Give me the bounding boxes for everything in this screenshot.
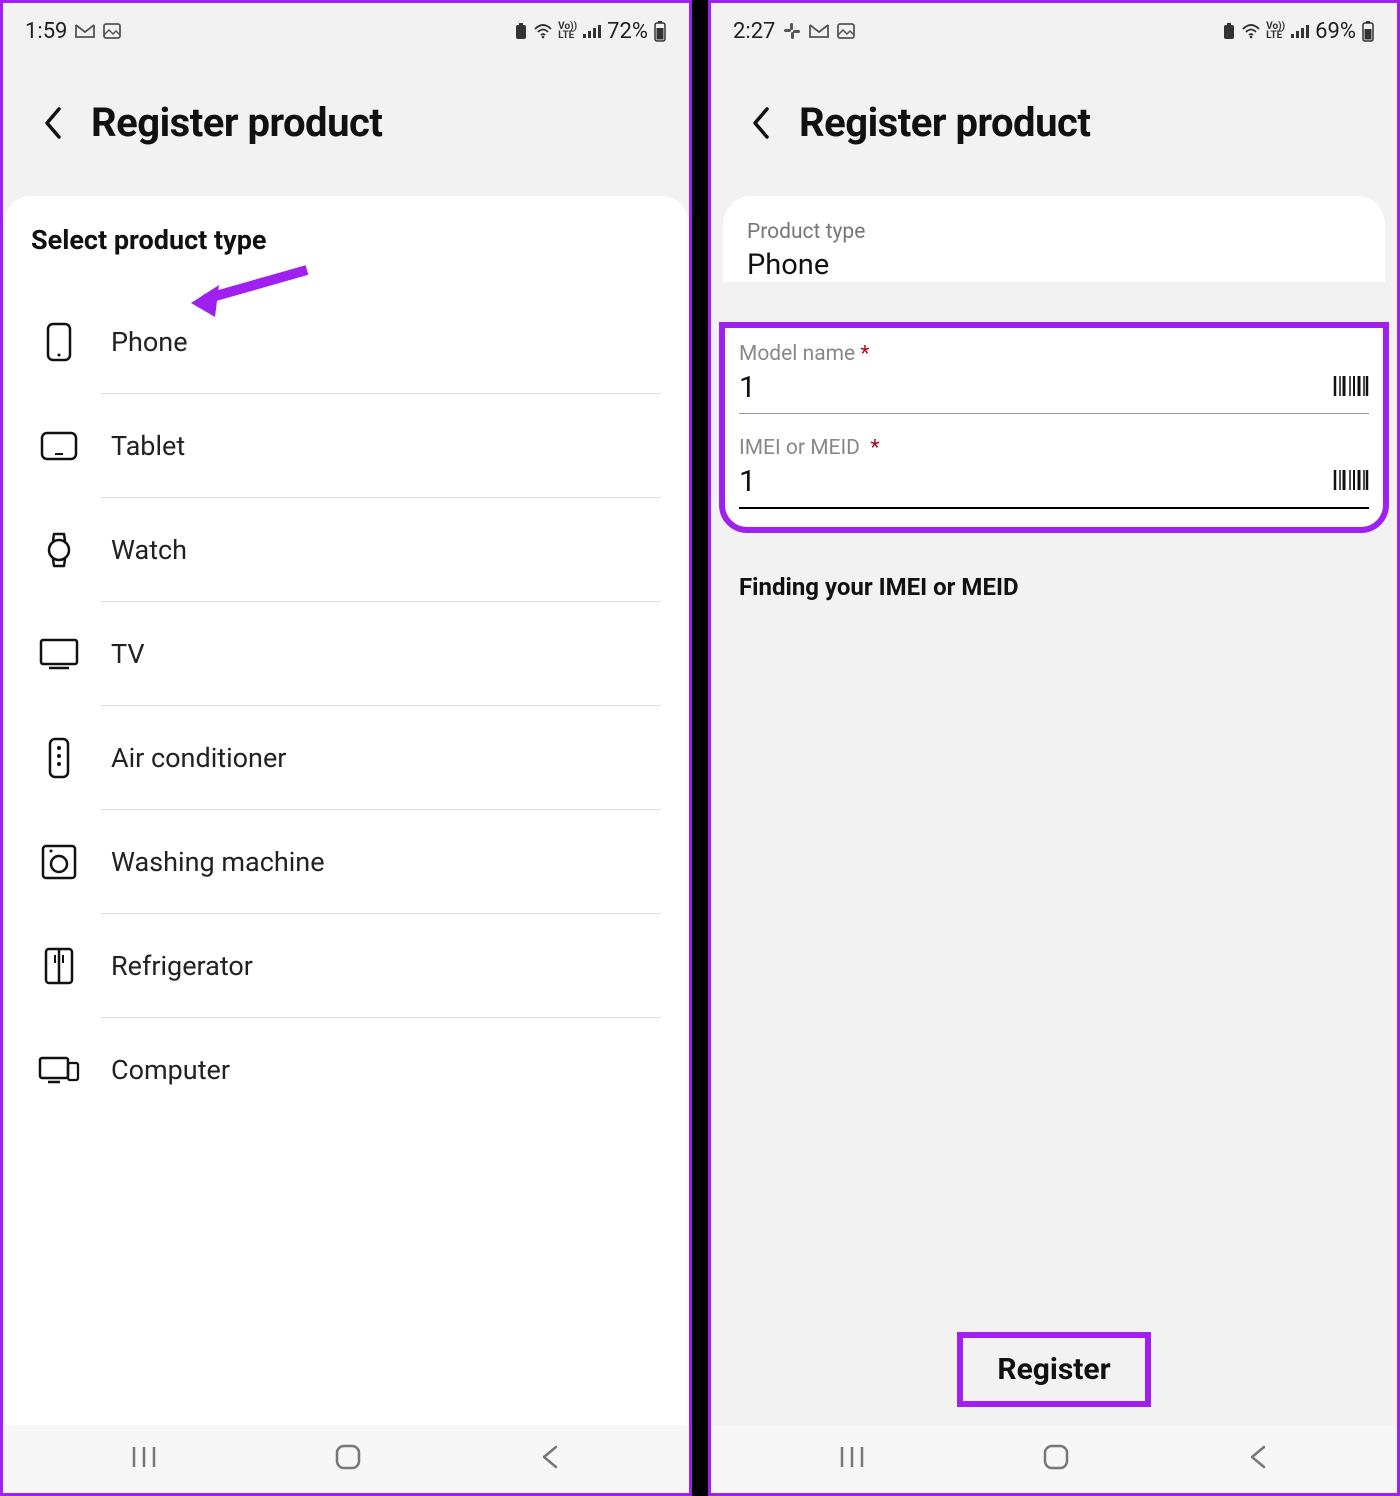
list-item-tablet[interactable]: Tablet: [31, 394, 661, 497]
phone-icon: [37, 322, 81, 362]
page-title: Register product: [91, 99, 382, 146]
screenshot-right: 2:27 Vo))LTE 69% Register product Produc…: [708, 0, 1400, 1496]
imei-field[interactable]: IMEI or MEID * 1: [739, 436, 1369, 509]
signal-icon: [582, 23, 602, 39]
wifi-icon: [1241, 23, 1261, 39]
list-item-phone[interactable]: Phone: [31, 290, 661, 393]
list-label: Tablet: [111, 430, 185, 462]
android-nav-bar: [711, 1425, 1397, 1493]
list-item-refrigerator[interactable]: Refrigerator: [31, 914, 661, 1017]
annotation-highlight-fields: Model name * 1 IMEI or MEID * 1: [719, 322, 1389, 533]
ac-remote-icon: [37, 737, 81, 779]
gmail-icon: [75, 23, 95, 39]
gmail-icon: [809, 23, 829, 39]
nav-home-icon[interactable]: [1041, 1442, 1071, 1476]
washing-machine-icon: [37, 844, 81, 880]
list-label: Refrigerator: [111, 950, 253, 982]
gallery-icon: [837, 23, 855, 39]
annotation-highlight-register: Register: [711, 1332, 1397, 1407]
nav-back-icon[interactable]: [538, 1443, 562, 1475]
list-label: Air conditioner: [111, 742, 286, 774]
list-label: Computer: [111, 1054, 230, 1086]
product-type-value: Phone: [747, 248, 1365, 282]
list-item-washing-machine[interactable]: Washing machine: [31, 810, 661, 913]
page-title: Register product: [799, 99, 1090, 146]
model-name-field[interactable]: Model name * 1: [739, 342, 1369, 414]
nav-recents-icon[interactable]: [130, 1443, 158, 1475]
battery-icon: [1361, 20, 1375, 42]
battery-saver-icon: [514, 22, 528, 40]
barcode-scan-icon[interactable]: [1333, 374, 1369, 402]
product-type-display: Product type Phone: [723, 196, 1385, 282]
battery-percent: 72%: [607, 19, 648, 44]
find-imei-link[interactable]: Finding your IMEI or MEID: [711, 533, 1397, 641]
list-item-tv[interactable]: TV: [31, 602, 661, 705]
list-item-computer[interactable]: Computer: [31, 1018, 661, 1121]
computer-icon: [37, 1054, 81, 1086]
nav-recents-icon[interactable]: [838, 1443, 866, 1475]
section-title: Select product type: [31, 224, 661, 256]
required-asterisk: *: [860, 342, 869, 366]
field-label: Model name *: [739, 342, 1369, 366]
list-label: Washing machine: [111, 846, 325, 878]
status-time: 1:59: [25, 19, 67, 44]
nav-home-icon[interactable]: [333, 1442, 363, 1476]
status-bar: 2:27 Vo))LTE 69%: [711, 3, 1397, 59]
field-label: IMEI or MEID *: [739, 436, 1369, 460]
required-asterisk: *: [870, 436, 879, 460]
wifi-icon: [533, 23, 553, 39]
back-button[interactable]: [33, 103, 73, 143]
android-nav-bar: [3, 1425, 689, 1493]
gallery-icon: [103, 23, 121, 39]
page-header: Register product: [711, 59, 1397, 196]
list-label: TV: [111, 638, 145, 670]
register-button[interactable]: Register: [957, 1332, 1150, 1407]
battery-percent: 69%: [1315, 19, 1356, 44]
tv-icon: [37, 638, 81, 670]
battery-icon: [653, 20, 667, 42]
list-item-ac[interactable]: Air conditioner: [31, 706, 661, 809]
watch-icon: [37, 531, 81, 569]
status-time: 2:27: [733, 19, 775, 44]
barcode-scan-icon[interactable]: [1333, 468, 1369, 496]
battery-saver-icon: [1222, 22, 1236, 40]
nav-back-icon[interactable]: [1246, 1443, 1270, 1475]
signal-icon: [1290, 23, 1310, 39]
status-bar: 1:59 Vo))LTE 72%: [3, 3, 689, 59]
product-type-card: Select product type Phone Tablet Watch T…: [3, 196, 689, 1493]
model-name-input[interactable]: 1: [739, 370, 1333, 405]
volte-icon: Vo))LTE: [558, 22, 577, 40]
product-type-label: Product type: [747, 220, 1365, 244]
list-label: Phone: [111, 326, 188, 358]
list-label: Watch: [111, 534, 187, 566]
imei-input[interactable]: 1: [739, 464, 1333, 499]
screenshot-left: 1:59 Vo))LTE 72% Register product Select…: [0, 0, 692, 1496]
page-header: Register product: [3, 59, 689, 196]
volte-icon: Vo))LTE: [1266, 22, 1285, 40]
back-button[interactable]: [741, 103, 781, 143]
tablet-icon: [37, 431, 81, 461]
refrigerator-icon: [37, 947, 81, 985]
list-item-watch[interactable]: Watch: [31, 498, 661, 601]
slack-icon: [783, 22, 801, 40]
